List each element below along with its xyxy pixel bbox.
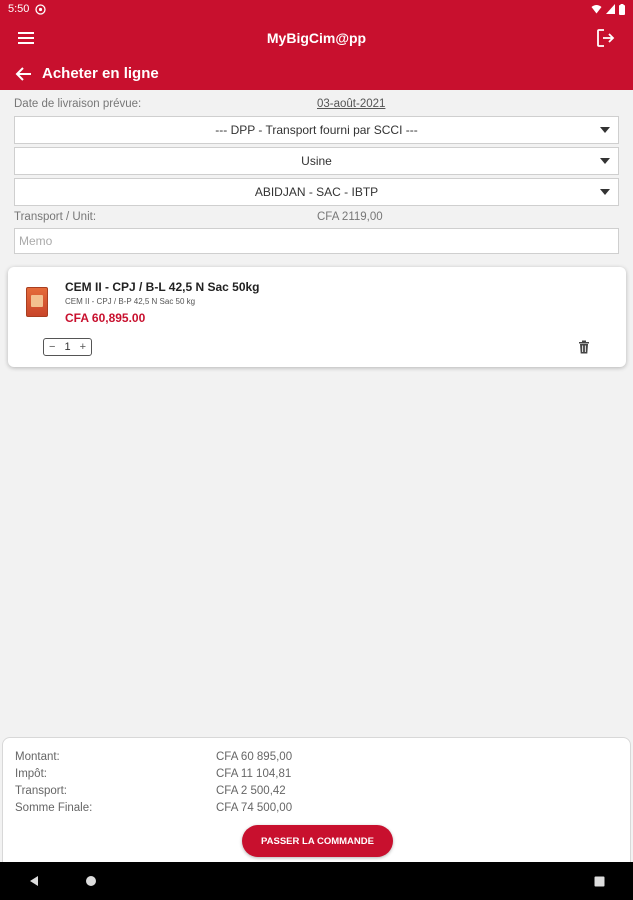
transport-value: CFA 2 500,42 (216, 785, 286, 797)
transport-unit-label: Transport / Unit: (14, 211, 97, 223)
somme-finale-label: Somme Finale: (15, 802, 93, 814)
order-form: Date de livraison prévue: 03-août-2021 -… (14, 95, 619, 254)
app-bar: MyBigCim@pp (0, 18, 633, 58)
nav-home-icon[interactable] (85, 875, 97, 887)
nav-recents-icon[interactable] (594, 876, 605, 887)
product-price: CFA 60,895.00 (65, 311, 146, 325)
dropdown-caret-icon (600, 127, 610, 133)
dropdown-caret-icon (600, 158, 610, 164)
battery-icon (619, 3, 625, 15)
order-summary: Montant: CFA 60 895,00 Impôt: CFA 11 104… (2, 737, 631, 863)
delivery-date-label: Date de livraison prévue: (14, 98, 142, 110)
location-value: ABIDJAN - SAC - IBTP (254, 185, 379, 199)
summary-row-impot: Impôt: CFA 11 104,81 (15, 768, 291, 780)
app-notification-icon (35, 3, 47, 15)
page-header: Acheter en ligne (0, 58, 633, 90)
cement-bag-image (26, 287, 48, 317)
hamburger-menu-icon[interactable] (16, 28, 38, 48)
montant-label: Montant: (15, 751, 60, 763)
status-bar: 5:50 (0, 0, 633, 18)
site-select[interactable]: Usine (14, 147, 619, 175)
summary-row-montant: Montant: CFA 60 895,00 (15, 751, 292, 763)
quantity-stepper: − 1 + (43, 338, 92, 356)
site-value: Usine (301, 154, 332, 168)
transport-label: Transport: (15, 785, 67, 797)
product-description: CEM II - CPJ / B-P 42,5 N Sac 50 kg (65, 297, 196, 306)
back-arrow-icon[interactable] (14, 65, 34, 83)
place-order-button[interactable]: PASSER LA COMMANDE (242, 825, 393, 857)
montant-value: CFA 60 895,00 (216, 751, 293, 763)
page-title: Acheter en ligne (42, 65, 159, 82)
delivery-date-row: Date de livraison prévue: 03-août-2021 (14, 95, 619, 113)
transport-mode-value: --- DPP - Transport fourni par SCCI --- (215, 123, 418, 137)
transport-unit-row: Transport / Unit: CFA 2119,00 (14, 208, 619, 226)
summary-row-transport: Transport: CFA 2 500,42 (15, 785, 286, 797)
wifi-icon (591, 5, 602, 14)
product-name: CEM II - CPJ / B-L 42,5 N Sac 50kg (65, 280, 260, 294)
transport-unit-value: CFA 2119,00 (317, 211, 383, 223)
transport-mode-select[interactable]: --- DPP - Transport fourni par SCCI --- (14, 116, 619, 144)
dropdown-caret-icon (600, 189, 610, 195)
nav-back-icon[interactable] (28, 875, 40, 887)
app-title: MyBigCim@pp (266, 30, 367, 46)
impot-label: Impôt: (15, 768, 47, 780)
trash-icon[interactable] (578, 340, 590, 354)
signal-icon (606, 4, 615, 14)
delivery-date-value[interactable]: 03-août-2021 (317, 95, 385, 113)
memo-input[interactable] (14, 228, 619, 254)
logout-icon[interactable] (595, 27, 617, 49)
status-time: 5:50 (8, 3, 30, 15)
location-select[interactable]: ABIDJAN - SAC - IBTP (14, 178, 619, 206)
increase-quantity-button[interactable]: + (80, 341, 86, 353)
quantity-value[interactable]: 1 (64, 341, 70, 353)
somme-finale-value: CFA 74 500,00 (216, 802, 293, 814)
decrease-quantity-button[interactable]: − (49, 341, 55, 353)
cart-item-card: CEM II - CPJ / B-L 42,5 N Sac 50kg CEM I… (8, 267, 626, 367)
system-nav-bar (0, 862, 633, 900)
summary-row-somme-finale: Somme Finale: CFA 74 500,00 (15, 802, 292, 814)
impot-value: CFA 11 104,81 (216, 768, 292, 780)
